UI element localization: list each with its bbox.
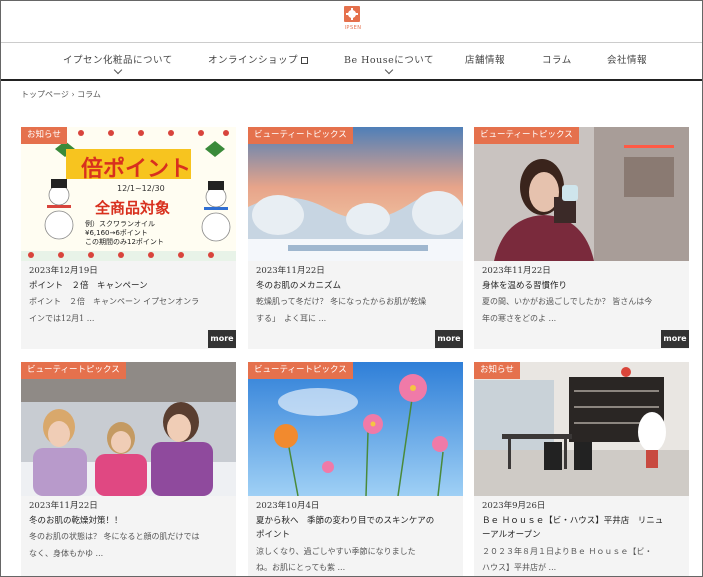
- cosmos-flowers-image: ビューティートピックス: [248, 362, 463, 496]
- column-card[interactable]: ビューティートピックス 2023年10月4日 夏から秋へ 季節の変わり目でのスキ…: [248, 362, 463, 576]
- post-excerpt-line-1: 乾燥肌って冬だけ？ 冬になったからお肌が乾燥: [256, 297, 427, 306]
- photo-art-icon: [21, 362, 236, 496]
- post-excerpt-line-1: 冬のお肌の状態は？ 冬になると顔の肌だけでは: [29, 532, 200, 541]
- landscape-art-icon: [248, 127, 463, 261]
- nav-item-label: 店舗情報: [465, 55, 506, 66]
- nav-item-about-ipsen[interactable]: イプセン化粧品について: [63, 43, 173, 80]
- brand-logo-icon[interactable]: [341, 4, 363, 26]
- post-excerpt-line-2: なく、身体もかゆ ...: [29, 549, 104, 558]
- external-link-icon: [301, 57, 309, 64]
- more-button[interactable]: more: [661, 330, 689, 348]
- salon-interior-image: お知らせ: [474, 362, 689, 496]
- nav-item-label: コラム: [542, 55, 572, 66]
- promo-example-prefix: 例）: [85, 220, 99, 228]
- post-excerpt-line-1: ポイント ２倍 キャンペーン イプセンオンラ: [29, 297, 200, 306]
- category-tag[interactable]: ビューティートピックス: [474, 127, 579, 144]
- post-title[interactable]: 冬のお肌のメカニズム: [256, 279, 456, 293]
- promo-example: 例）スクワランオイル ¥6,160→6ポイント この期間のみ12ポイント: [85, 220, 195, 247]
- post-title[interactable]: 夏から秋へ 季節の変わり目でのスキンケアの: [256, 514, 456, 528]
- brand-logo-text: IPSEN: [344, 25, 362, 31]
- photo-art-icon: [248, 362, 463, 496]
- breadcrumb[interactable]: トップページ › コラム: [21, 89, 101, 100]
- post-title[interactable]: ポイント ２倍 キャンペーン: [29, 279, 229, 293]
- promo-target: 全商品対象: [95, 199, 171, 217]
- post-excerpt-line-1: ２０２３年８月１日よりＢｅ Ｈｏｕｓｅ【ビ・: [482, 547, 653, 556]
- page-frame: IPSEN イプセン化粧品について オンラインショップ Be Houseについて…: [0, 0, 703, 577]
- nav-item-online-shop[interactable]: オンラインショップ: [208, 43, 309, 80]
- photo-art-icon: [474, 127, 689, 261]
- post-excerpt-line-2: 年の寒さをどのよ ...: [482, 314, 557, 323]
- post-date: 2023年12月19日: [29, 266, 98, 276]
- more-button[interactable]: more: [435, 330, 463, 348]
- post-title-line-2[interactable]: ーアルオープン: [482, 528, 682, 542]
- category-tag[interactable]: ビューティートピックス: [248, 127, 353, 144]
- promo-example-calc: ¥6,160→6ポイント: [85, 229, 148, 237]
- post-excerpt-line-2: ね。お肌にとっても紫 ...: [256, 563, 346, 572]
- nav-item-label: 会社情報: [607, 55, 648, 66]
- promo-period: 12/1~12/30: [117, 184, 165, 193]
- column-card[interactable]: お知らせ 2023年9月26日 Ｂｅ Ｈｏｕｓｅ【ビ・ハウス】平井店 リニュ ー…: [474, 362, 689, 576]
- post-date: 2023年11月22日: [29, 501, 98, 511]
- chevron-down-icon: [384, 65, 394, 75]
- promo-example-note: この期間のみ12ポイント: [85, 238, 164, 246]
- nav-item-be-house[interactable]: Be Houseについて: [344, 43, 434, 80]
- photo-art-icon: [474, 362, 689, 496]
- post-date: 2023年9月26日: [482, 501, 546, 511]
- nav-item-label: Be Houseについて: [344, 55, 434, 66]
- nav-item-stores[interactable]: 店舗情報: [465, 43, 505, 80]
- nav-item-label: オンラインショップ: [208, 55, 299, 66]
- main-nav: イプセン化粧品について オンラインショップ Be Houseについて 店舗情報 …: [1, 42, 702, 81]
- column-card[interactable]: 倍ポイント 12/1~12/30 全商品対象 例）スクワランオイル ¥6,160…: [21, 127, 236, 349]
- more-button[interactable]: more: [208, 330, 236, 348]
- promo-headline: 倍ポイント: [81, 157, 192, 182]
- woman-coffee-image: ビューティートピックス: [474, 127, 689, 261]
- children-snow-image: ビューティートピックス: [21, 362, 236, 496]
- category-tag[interactable]: お知らせ: [474, 362, 520, 379]
- column-card[interactable]: ビューティートピックス 2023年11月22日 身体を温める習慣作り 夏の間、い…: [474, 127, 689, 349]
- category-tag[interactable]: ビューティートピックス: [248, 362, 353, 379]
- promo-image: 倍ポイント 12/1~12/30 全商品対象 例）スクワランオイル ¥6,160…: [21, 127, 236, 261]
- post-date: 2023年11月22日: [256, 266, 325, 276]
- nav-item-company[interactable]: 会社情報: [607, 43, 647, 80]
- chevron-down-icon: [113, 65, 123, 75]
- post-date: 2023年11月22日: [482, 266, 551, 276]
- category-tag[interactable]: ビューティートピックス: [21, 362, 126, 379]
- post-title[interactable]: 冬のお肌の乾燥対策！！: [29, 514, 229, 528]
- post-excerpt-line-1: 涼しくなり、過ごしやすい季節になりました: [256, 547, 416, 556]
- post-excerpt-line-1: 夏の間、いかがお過ごしでしたか？ 皆さんは今: [482, 297, 653, 306]
- post-excerpt-line-2: する」 よく耳に ...: [256, 314, 327, 323]
- category-tag[interactable]: お知らせ: [21, 127, 67, 144]
- promo-example-product: スクワランオイル: [99, 220, 155, 228]
- nav-item-column[interactable]: コラム: [542, 43, 572, 80]
- winter-sunset-image: ビューティートピックス: [248, 127, 463, 261]
- post-excerpt-line-2: インでは12月1 ...: [29, 314, 95, 323]
- post-date: 2023年10月4日: [256, 501, 320, 511]
- nav-item-label: イプセン化粧品について: [63, 55, 173, 66]
- post-excerpt-line-2: ハウス】平井店が ...: [482, 563, 557, 572]
- column-card[interactable]: ビューティートピックス 2023年11月22日 冬のお肌のメカニズム 乾燥肌って…: [248, 127, 463, 349]
- post-title[interactable]: Ｂｅ Ｈｏｕｓｅ【ビ・ハウス】平井店 リニュ: [482, 514, 682, 528]
- column-card[interactable]: ビューティートピックス 2023年11月22日 冬のお肌の乾燥対策！！ 冬のお肌…: [21, 362, 236, 576]
- post-title-line-2[interactable]: ポイント: [256, 528, 456, 542]
- post-title[interactable]: 身体を温める習慣作り: [482, 279, 682, 293]
